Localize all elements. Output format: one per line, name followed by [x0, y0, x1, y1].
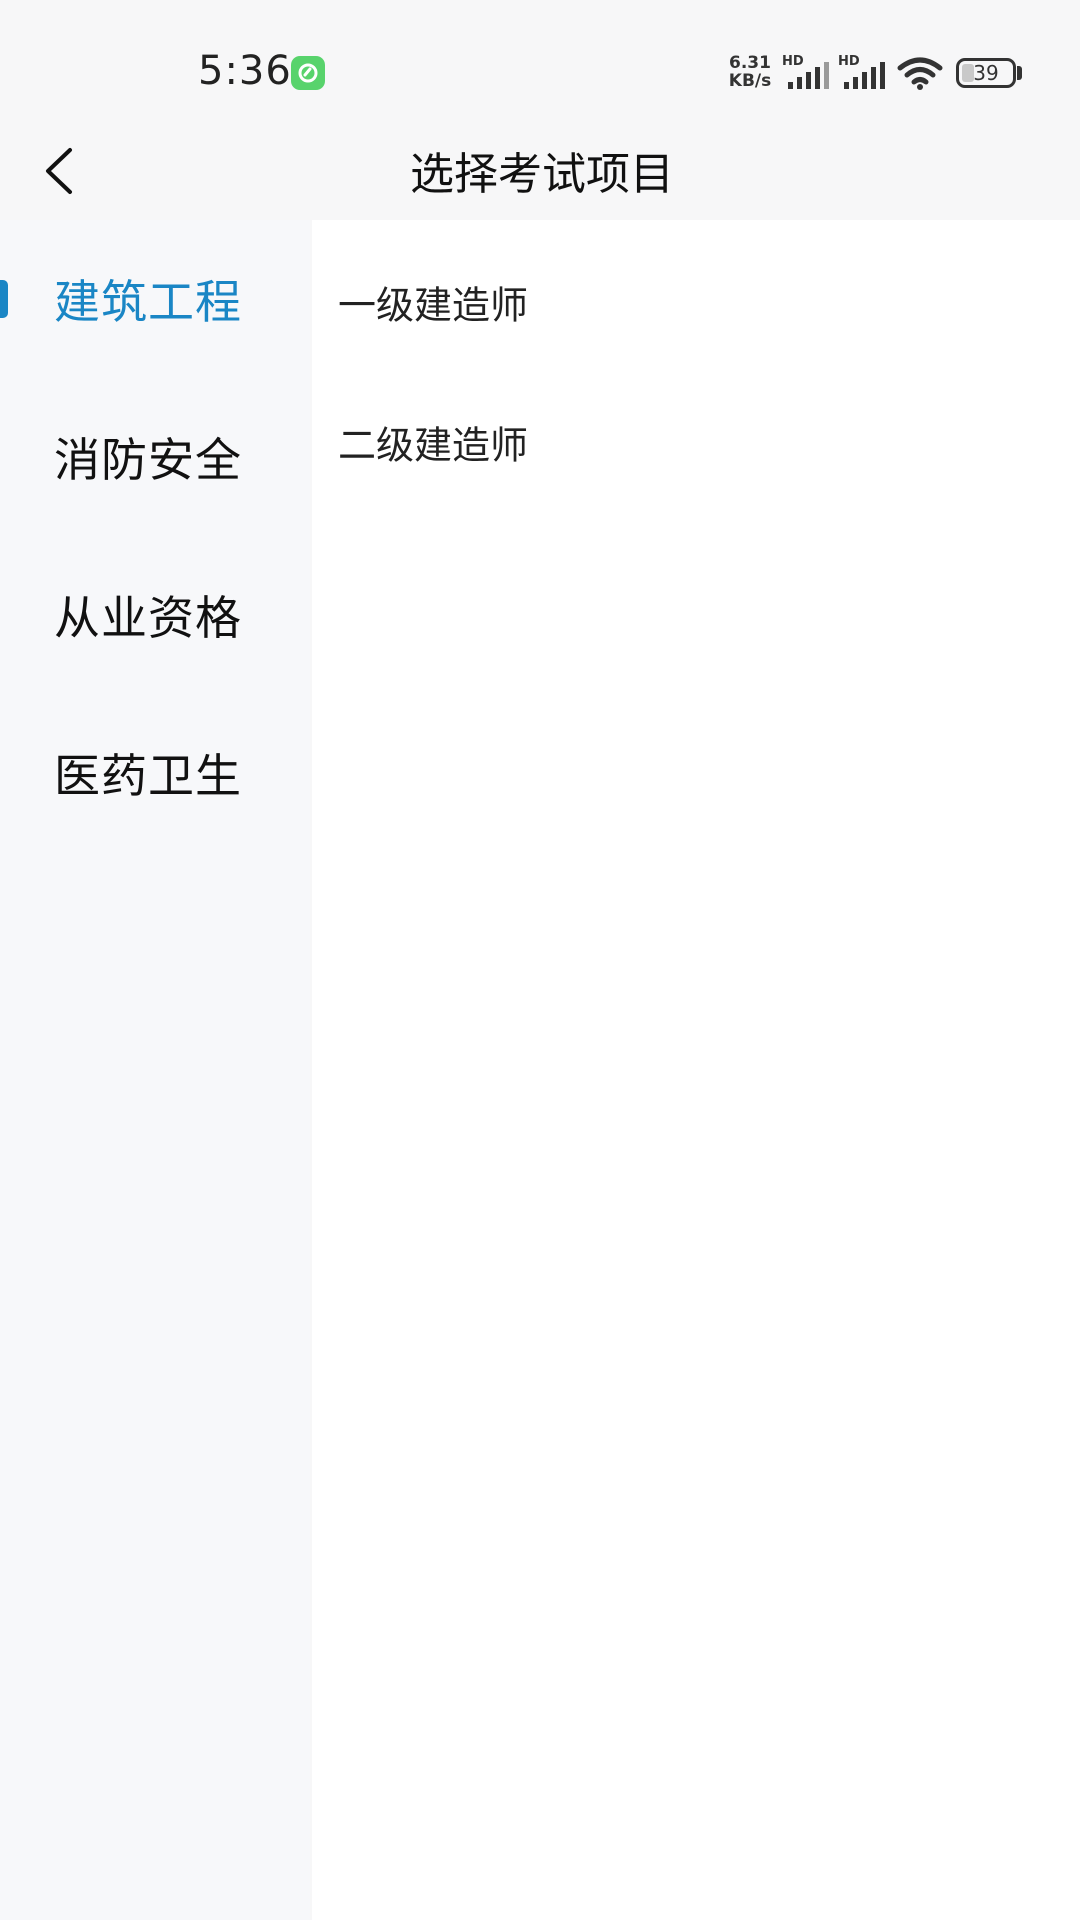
- status-time: 5:36: [198, 48, 292, 94]
- wifi-icon: [896, 56, 944, 94]
- signal-icon: HD: [782, 54, 836, 90]
- sidebar-item-fire-safety[interactable]: 消防安全: [0, 378, 310, 536]
- network-speed-unit: KB/s: [728, 71, 772, 91]
- active-indicator: [0, 280, 8, 318]
- sidebar-item-label: 建筑工程: [54, 275, 242, 329]
- sidebar-item-qualification[interactable]: 从业资格: [0, 536, 310, 694]
- sidebar-item-label: 医药卫生: [54, 749, 242, 803]
- list-item[interactable]: 一级建造师: [312, 232, 1080, 372]
- exam-list: 一级建造师 二级建造师: [312, 220, 1080, 1920]
- signal-icon: HD: [838, 54, 892, 90]
- sidebar-item-label: 从业资格: [54, 591, 242, 645]
- battery-icon: 39: [956, 58, 1016, 88]
- battery-tip: [1017, 66, 1022, 80]
- network-speed: 6.31 KB/s: [726, 54, 774, 90]
- network-speed-value: 6.31: [729, 53, 771, 73]
- battery-level: 39: [973, 61, 999, 85]
- sidebar-item-medical[interactable]: 医药卫生: [0, 694, 310, 852]
- app-notification-icon: [291, 56, 325, 90]
- status-bar: 5:36 6.31 KB/s HD HD 39: [0, 0, 1080, 120]
- category-sidebar: 建筑工程 消防安全 从业资格 医药卫生: [0, 220, 310, 1920]
- list-item[interactable]: 二级建造师: [312, 372, 1080, 512]
- page-title: 选择考试项目: [410, 149, 674, 200]
- list-item-label: 二级建造师: [338, 423, 529, 468]
- list-item-label: 一级建造师: [338, 283, 529, 328]
- header: 选择考试项目: [0, 120, 1080, 220]
- sidebar-item-label: 消防安全: [54, 433, 242, 487]
- sidebar-item-construction[interactable]: 建筑工程: [0, 220, 310, 378]
